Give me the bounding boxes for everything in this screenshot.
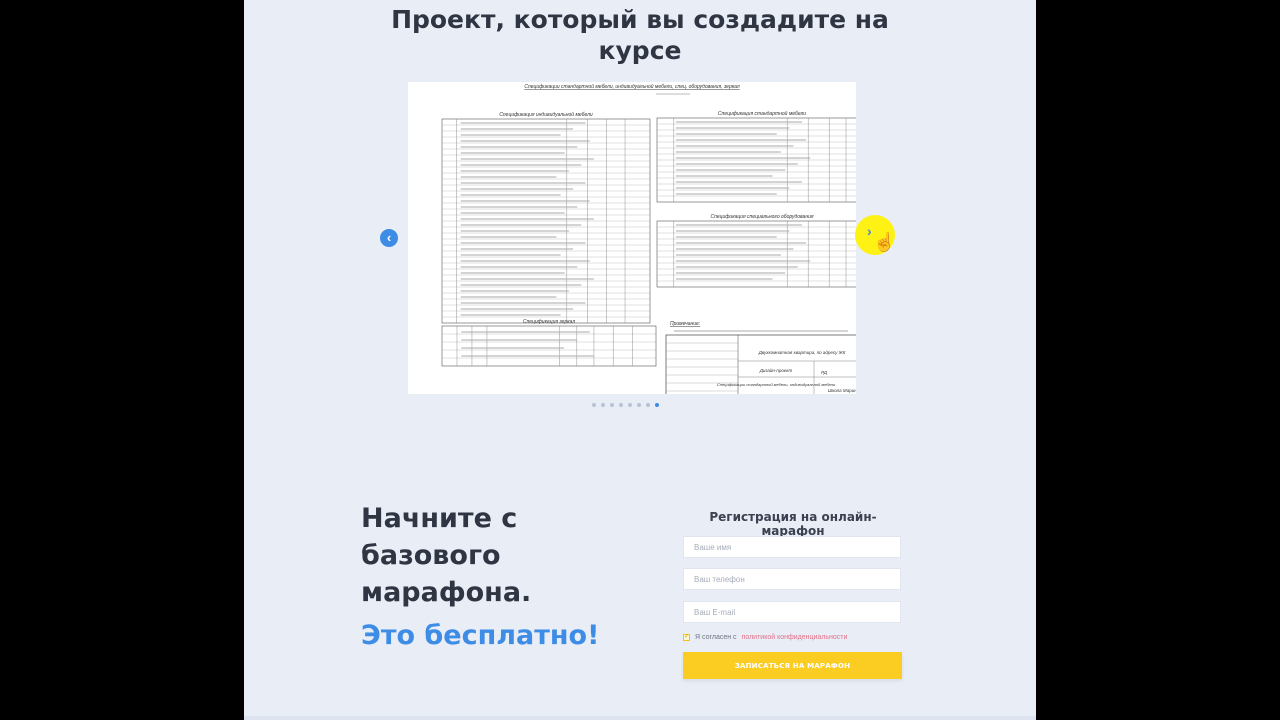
name-input[interactable] [683,536,901,558]
individual-table-title: Спецификация индивидуальной мебели [499,111,593,118]
stamp-sheet-code: РД [821,370,828,375]
chevron-left-icon: ‹ [386,230,392,245]
slider-prev-button[interactable]: ‹ [380,229,398,247]
notes-title: Примечание: [670,321,701,327]
section-title-line-1: Проект, который вы создадите на [391,5,889,34]
slider-dot[interactable] [646,403,650,407]
consent-row: ✓ Я согласен с политикой конфиденциально… [683,632,847,642]
standard-table-title: Спецификация стандартной мебели [718,110,806,117]
slider-dot[interactable] [637,403,641,407]
privacy-policy-link[interactable]: политикой конфиденциальности [742,634,848,641]
section-title: Проект, который вы создадите на курсе [244,4,1036,66]
slider-next-button[interactable]: › ☝ [855,215,903,263]
submit-button[interactable]: ЗАПИСАТЬСЯ НА МАРАФОН [683,652,902,679]
consent-checkbox[interactable]: ✓ [683,633,690,641]
stamp-address: Двухкомнатная квартира, по адресу ЖК [758,350,846,355]
page-bottom-edge [244,716,1036,720]
slider-dot[interactable] [610,403,614,407]
phone-input[interactable] [683,568,901,590]
mirrors-table-title: Спецификация зеркал [523,319,575,325]
stamp-school: Школа Марины [828,388,856,393]
section-title-line-2: курсе [598,36,682,65]
project-slide-image: Спецификации стандартной мебели, индивид… [408,82,856,394]
email-input[interactable] [683,601,901,623]
spec-sheet-drawing: Спецификации стандартной мебели, индивид… [441,83,856,394]
chevron-right-icon: › [867,223,872,239]
hand-cursor-icon: ☝ [873,232,896,252]
slide-title: Спецификации стандартной мебели, индивид… [524,83,739,90]
promo-line-1: Начните с [361,503,518,534]
stamp-sheet-title: Спецификации стандартной мебели, индивид… [717,382,836,387]
slider-dot[interactable] [655,403,659,407]
equipment-table-title: Спецификация специального оборудования [710,214,813,220]
stamp-project: Дизайн-проект [759,367,793,373]
promo-heading: Начните с базового марафона. [361,500,641,611]
promo-line-3: марафона. [361,577,532,608]
slider-dot[interactable] [628,403,632,407]
promo-line-2: базового [361,540,501,571]
landing-page: Проект, который вы создадите на курсе Сп… [244,0,1036,720]
promo-free-text: Это бесплатно! [361,620,600,651]
slider-dot[interactable] [619,403,623,407]
consent-text: Я согласен с [695,633,737,641]
form-title: Регистрация на онлайн-марафон [709,510,877,538]
slider-dot[interactable] [601,403,605,407]
slider-pagination [592,403,659,409]
slider-dot[interactable] [592,403,596,407]
